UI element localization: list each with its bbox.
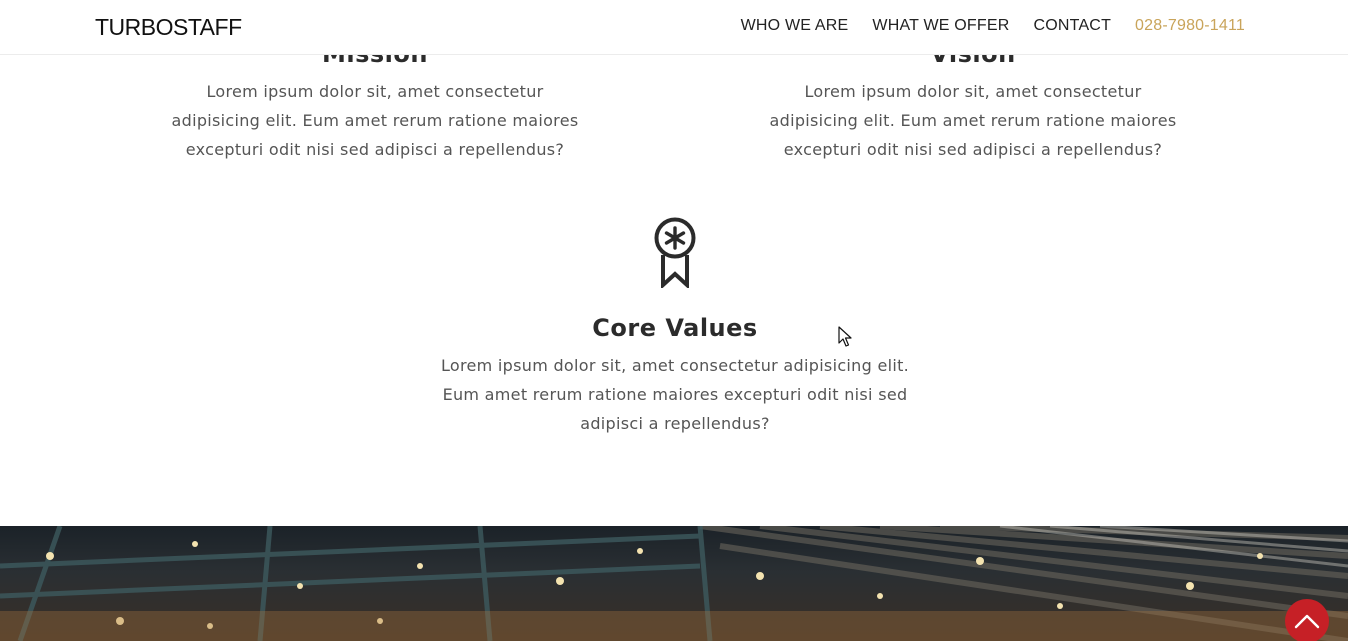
nav-who-we-are[interactable]: WHO WE ARE bbox=[741, 17, 849, 35]
nav-contact[interactable]: CONTACT bbox=[1034, 17, 1112, 35]
award-ribbon-icon bbox=[654, 217, 696, 288]
chevron-up-icon bbox=[1294, 614, 1320, 629]
feature-vision: Vision Lorem ipsum dolor sit, amet conse… bbox=[768, 31, 1178, 164]
about-section: Mission Lorem ipsum dolor sit, amet cons… bbox=[0, 0, 1348, 526]
logo[interactable]: TURBOSTAFF bbox=[95, 14, 242, 41]
feature-text: Lorem ipsum dolor sit, amet consectetur … bbox=[769, 82, 1177, 159]
mouse-cursor-icon bbox=[838, 326, 852, 347]
feature-mission: Mission Lorem ipsum dolor sit, amet cons… bbox=[170, 31, 580, 164]
scroll-top-button[interactable] bbox=[1285, 599, 1329, 641]
main-nav: WHO WE ARE WHAT WE OFFER CONTACT 028-798… bbox=[741, 17, 1245, 35]
site-header: TURBOSTAFF WHO WE ARE WHAT WE OFFER CONT… bbox=[0, 0, 1348, 55]
nav-phone[interactable]: 028-7980-1411 bbox=[1135, 17, 1245, 35]
feature-text: Lorem ipsum dolor sit, amet consectetur … bbox=[171, 82, 579, 159]
feature-text: Lorem ipsum dolor sit, amet consectetur … bbox=[440, 356, 910, 433]
nav-what-we-offer[interactable]: WHAT WE OFFER bbox=[872, 17, 1009, 35]
warehouse-banner-image bbox=[0, 526, 1348, 641]
